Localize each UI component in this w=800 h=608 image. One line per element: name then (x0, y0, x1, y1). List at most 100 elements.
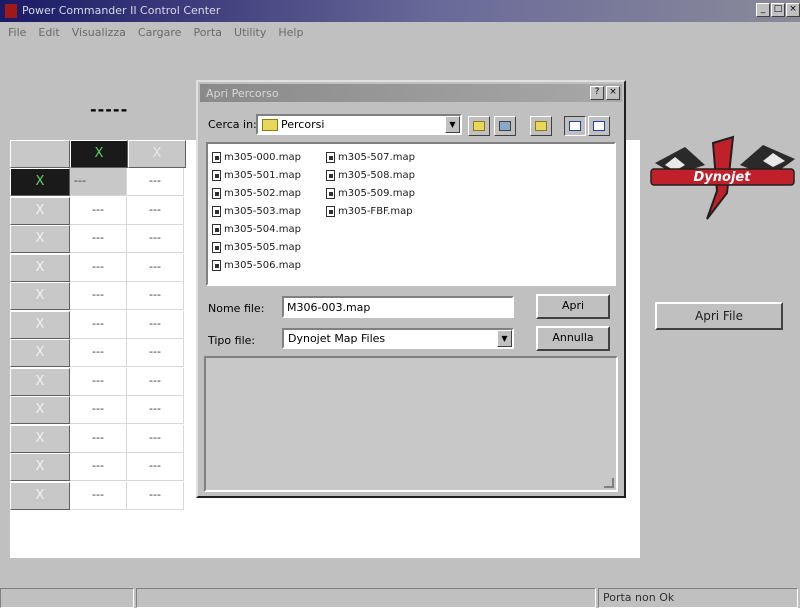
dialog-title: Apri Percorso (206, 87, 279, 100)
table-cell[interactable]: --- (70, 282, 127, 310)
file-item[interactable]: m305-504.map (212, 220, 301, 238)
table-cell[interactable]: --- (127, 367, 184, 396)
menu-utility[interactable]: Utility (234, 26, 266, 39)
file-name: m305-501.map (224, 169, 301, 181)
menu-port[interactable]: Porta (193, 26, 222, 39)
close-button[interactable]: × (786, 3, 800, 17)
table-cell[interactable]: --- (127, 168, 184, 196)
look-in-label: Cerca in: (208, 118, 257, 131)
table-row: X --- --- (10, 253, 184, 282)
file-item[interactable]: m305-502.map (212, 184, 301, 202)
table-cell[interactable]: --- (70, 253, 127, 282)
file-item[interactable]: m305-506.map (212, 256, 301, 274)
table-row: X --- --- (10, 424, 184, 453)
table-cell[interactable]: --- (127, 253, 184, 282)
file-name: m305-503.map (224, 205, 301, 217)
menu-file[interactable]: File (8, 26, 26, 39)
file-item[interactable]: m305-508.map (326, 166, 415, 184)
row-header[interactable]: X (10, 196, 70, 225)
dialog-close-button[interactable]: × (606, 86, 620, 100)
row-header[interactable]: X (10, 481, 70, 510)
menu-load[interactable]: Cargare (138, 26, 182, 39)
column-header[interactable]: X (70, 140, 128, 168)
table-cell[interactable]: --- (70, 453, 127, 481)
filename-input[interactable]: M306-003.map (282, 296, 514, 318)
file-item[interactable]: m305-505.map (212, 238, 301, 256)
map-file-icon (212, 151, 221, 163)
list-view-button[interactable] (564, 116, 586, 136)
grid-header-row: XX (10, 140, 186, 168)
table-cell[interactable]: --- (127, 481, 184, 510)
row-header[interactable]: X (10, 453, 70, 481)
row-header[interactable]: X (10, 253, 70, 282)
table-cell[interactable]: --- (127, 282, 184, 310)
details-view-icon (593, 121, 605, 131)
file-item[interactable]: m305-FBF.map (326, 202, 415, 220)
table-cell[interactable]: --- (127, 453, 184, 481)
table-row: X --- --- (10, 225, 184, 253)
map-file-icon (212, 169, 221, 181)
file-item[interactable]: m305-509.map (326, 184, 415, 202)
file-item[interactable]: m305-503.map (212, 202, 301, 220)
table-cell[interactable]: --- (70, 481, 127, 510)
file-item[interactable]: m305-501.map (212, 166, 301, 184)
file-column-2: m305-507.map m305-508.map m305-509.map m305… (326, 148, 415, 220)
file-list[interactable]: m305-000.map m305-501.map m305-502.map m305… (206, 142, 616, 286)
file-item[interactable]: m305-000.map (212, 148, 301, 166)
row-header[interactable]: X (10, 339, 70, 367)
minimize-button[interactable]: _ (756, 3, 770, 17)
table-cell[interactable]: --- (70, 225, 127, 253)
table-cell[interactable]: --- (127, 339, 184, 367)
table-cell[interactable]: --- (127, 396, 184, 424)
table-cell[interactable]: --- (70, 396, 127, 424)
new-folder-button[interactable] (530, 116, 552, 136)
map-file-icon (212, 187, 221, 199)
dialog-title-bar: Apri Percorso ? × (200, 84, 622, 102)
port-status: Porta non Ok (598, 588, 798, 608)
row-header[interactable]: X (10, 282, 70, 310)
row-header[interactable]: X (10, 168, 70, 196)
map-file-icon (212, 205, 221, 217)
table-cell[interactable]: --- (70, 196, 127, 225)
dialog-open-button[interactable]: Apri (536, 294, 610, 319)
table-row: X --- --- (10, 367, 184, 396)
open-file-button[interactable]: Apri File (655, 302, 783, 330)
row-header[interactable]: X (10, 310, 70, 339)
file-name: m305-504.map (224, 223, 301, 235)
table-cell[interactable]: --- (127, 310, 184, 339)
row-header[interactable]: X (10, 367, 70, 396)
table-cell[interactable]: --- (70, 367, 127, 396)
chevron-down-icon[interactable]: ▼ (445, 116, 460, 133)
file-item[interactable]: m305-507.map (326, 148, 415, 166)
up-folder-button[interactable] (468, 116, 490, 136)
file-name: m305-509.map (338, 187, 415, 199)
table-cell[interactable]: --- (70, 339, 127, 367)
table-cell[interactable]: --- (70, 168, 127, 196)
table-row: X --- --- (10, 481, 184, 510)
menu-edit[interactable]: Edit (38, 26, 59, 39)
maximize-button[interactable]: □ (771, 3, 785, 17)
row-header[interactable]: X (10, 424, 70, 453)
table-cell[interactable]: --- (127, 196, 184, 225)
table-cell[interactable]: --- (127, 225, 184, 253)
file-name: m305-502.map (224, 187, 301, 199)
table-cell[interactable]: --- (70, 424, 127, 453)
row-header[interactable]: X (10, 396, 70, 424)
menu-help[interactable]: Help (278, 26, 303, 39)
row-header[interactable]: X (10, 225, 70, 253)
table-cell[interactable]: --- (70, 310, 127, 339)
details-view-button[interactable] (588, 116, 610, 136)
filetype-value: Dynojet Map Files (288, 332, 386, 345)
dialog-help-button[interactable]: ? (590, 86, 604, 100)
resize-grip[interactable] (604, 478, 614, 488)
app-title: Power Commander II Control Center (22, 4, 221, 17)
filetype-select[interactable]: Dynojet Map Files ▼ (282, 328, 514, 349)
table-row: X --- --- (10, 282, 184, 310)
desktop-button[interactable] (494, 116, 516, 136)
chevron-down-icon[interactable]: ▼ (497, 330, 512, 347)
look-in-select[interactable]: Percorsi ▼ (256, 114, 462, 135)
dialog-cancel-button[interactable]: Annulla (536, 326, 610, 351)
table-cell[interactable]: --- (127, 424, 184, 453)
column-header[interactable]: X (128, 140, 186, 168)
menu-view[interactable]: Visualizza (72, 26, 126, 39)
